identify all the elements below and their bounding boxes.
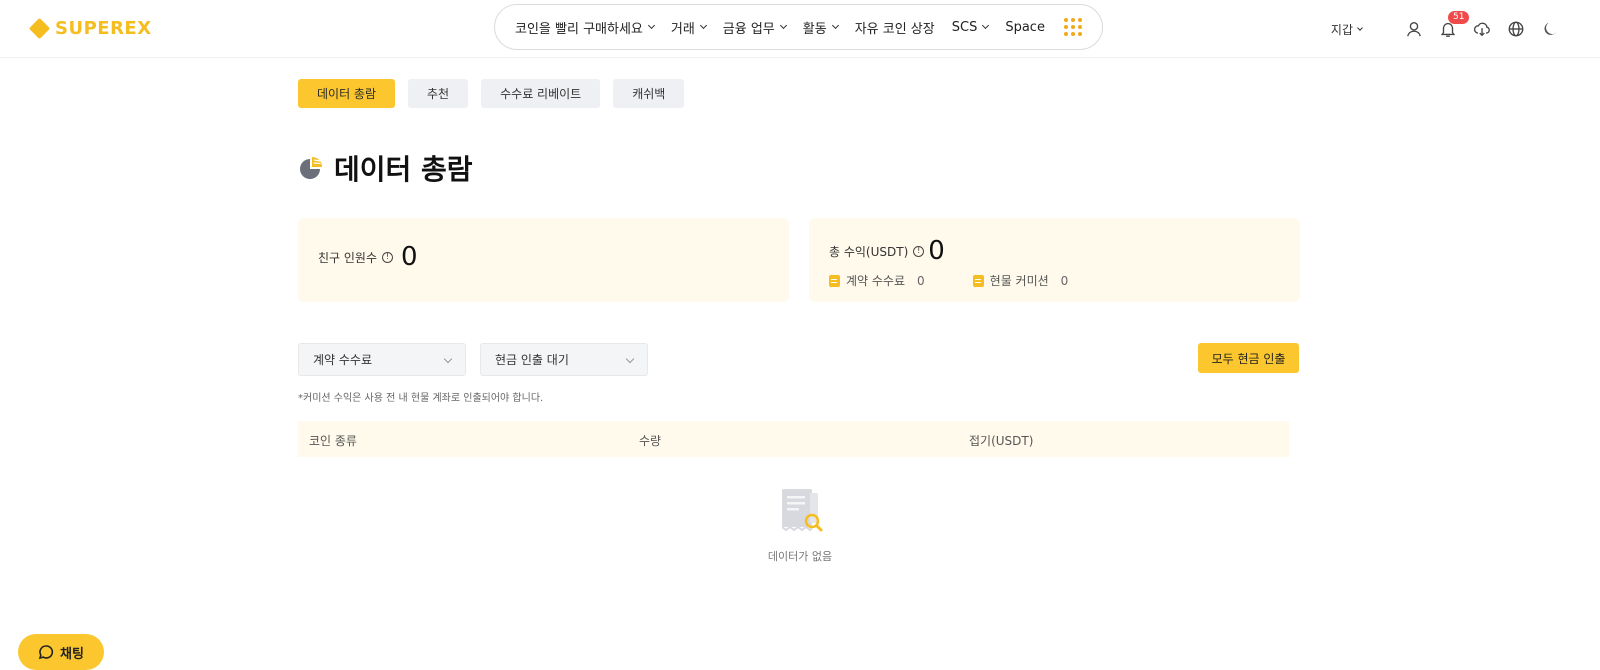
fee-type-value: 계약 수수료 (313, 353, 373, 367)
contract-fee-label: 계약 수수료 (846, 274, 906, 288)
friends-count: 0 (401, 242, 418, 272)
document-icon (972, 274, 984, 287)
earnings-label-text: 총 수익(USDT) (829, 244, 909, 259)
logo-mark (28, 17, 51, 39)
page: SUPEREX 코인을 빨리 구매하세요 거래 금융 업무 활동 자유 코인 상… (0, 0, 1600, 670)
contract-fee-value: 0 (917, 273, 925, 288)
header-actions: 지갑 51 (1330, 11, 1560, 44)
top-header: SUPEREX 코인을 빨리 구매하세요 거래 금융 업무 활동 자유 코인 상… (0, 0, 1600, 58)
column-usdt: 접기(USDT) (969, 434, 1034, 448)
wallet-label: 지갑 (1330, 22, 1353, 37)
tab-cashback[interactable]: 캐쉬백 (613, 79, 685, 108)
chevron-down-icon (779, 21, 787, 30)
empty-text: 데이터가 없음 (767, 550, 833, 563)
spot-commission-value: 0 (1060, 273, 1069, 288)
withdraw-status-value: 현금 인출 대기 (495, 353, 569, 367)
notification-badge: 51 (1448, 11, 1470, 24)
nav-free-listing[interactable]: 자유 코인 상장 (855, 18, 935, 37)
nav-label: SCS (951, 19, 978, 35)
nav-activity[interactable]: 활동 (802, 18, 839, 37)
pie-chart-icon (300, 157, 322, 179)
nav-trade[interactable]: 거래 (670, 18, 707, 37)
chevron-down-icon (625, 354, 635, 364)
main-nav: 코인을 빨리 구매하세요 거래 금융 업무 활동 자유 코인 상장 SCS Sp… (494, 4, 1103, 50)
bell-icon[interactable]: 51 (1438, 11, 1470, 39)
earnings-total: 0 (928, 236, 945, 266)
chevron-down-icon (443, 354, 453, 364)
chevron-down-icon (647, 21, 655, 30)
friends-card: 친구 인원수 ! 0 (298, 218, 789, 302)
info-icon[interactable]: ! (382, 251, 394, 263)
chat-bubble-icon (38, 645, 54, 660)
empty-state: 데이터가 없음 (740, 486, 860, 564)
logo[interactable]: SUPEREX (28, 14, 152, 42)
chat-label: 채팅 (60, 646, 84, 662)
earnings-card: 총 수익(USDT) ! 0 계약 수수료 0 현물 커미션 0 (809, 218, 1300, 302)
nav-quick-buy[interactable]: 코인을 빨리 구매하세요 (515, 18, 655, 37)
contract-fee-item: 계약 수수료 0 (829, 272, 925, 289)
logo-text: SUPEREX (55, 17, 152, 39)
fee-type-select[interactable]: 계약 수수료 (298, 343, 466, 376)
chevron-down-icon (831, 21, 839, 30)
withdraw-all-button[interactable]: 모두 현금 인출 (1198, 343, 1299, 373)
page-title: 데이터 총람 (334, 153, 473, 186)
chat-button[interactable]: 채팅 (18, 634, 104, 670)
column-amount: 수량 (639, 434, 662, 448)
tab-referral[interactable]: 추천 (408, 79, 469, 108)
commission-note: *커미션 수익은 사용 전 내 현물 계좌로 인출되어야 합니다. (298, 393, 544, 404)
chevron-down-icon (699, 21, 707, 30)
friends-label: 친구 인원수 ! (318, 249, 394, 266)
nav-label: 거래 (670, 21, 695, 37)
nav-label: 활동 (802, 21, 827, 37)
download-icon[interactable] (1472, 19, 1492, 39)
section-tabs: 데이터 총람 추천 수수료 리베이트 캐쉬백 (298, 79, 685, 108)
nav-label: 코인을 빨리 구매하세요 (515, 21, 643, 37)
nav-space[interactable]: Space (1005, 20, 1045, 35)
info-icon[interactable]: ! (913, 245, 925, 257)
nav-label: 금융 업무 (722, 21, 775, 37)
nav-label: Space (1005, 19, 1045, 35)
apps-grid-icon[interactable] (1063, 18, 1082, 36)
no-data-icon (781, 489, 823, 532)
chevron-down-icon (1357, 24, 1363, 31)
globe-icon[interactable] (1506, 19, 1526, 39)
nav-scs[interactable]: SCS (951, 19, 990, 35)
document-icon (829, 274, 840, 287)
spot-commission-item: 현물 커미션 0 (972, 272, 1069, 289)
withdraw-status-select[interactable]: 현금 인출 대기 (480, 343, 648, 376)
earnings-breakdown: 계약 수수료 0 현물 커미션 0 (829, 272, 1068, 289)
table-header: 코인 종류 수량 접기(USDT) (298, 421, 1289, 457)
chevron-down-icon (982, 21, 990, 30)
column-coin-type: 코인 종류 (309, 434, 357, 448)
nav-finance[interactable]: 금융 업무 (722, 18, 787, 37)
earnings-label: 총 수익(USDT) ! (829, 243, 925, 260)
page-title-row: 데이터 총람 (298, 148, 473, 188)
nav-label: 자유 코인 상장 (854, 21, 935, 37)
moon-icon[interactable] (1540, 19, 1560, 39)
user-icon[interactable] (1404, 19, 1424, 39)
spot-commission-label: 현물 커미션 (989, 274, 1049, 288)
tab-data-overview[interactable]: 데이터 총람 (298, 79, 396, 108)
wallet-menu[interactable]: 지갑 (1330, 21, 1363, 38)
friends-label-text: 친구 인원수 (318, 250, 378, 265)
tab-fee-rebate[interactable]: 수수료 리베이트 (481, 79, 601, 108)
